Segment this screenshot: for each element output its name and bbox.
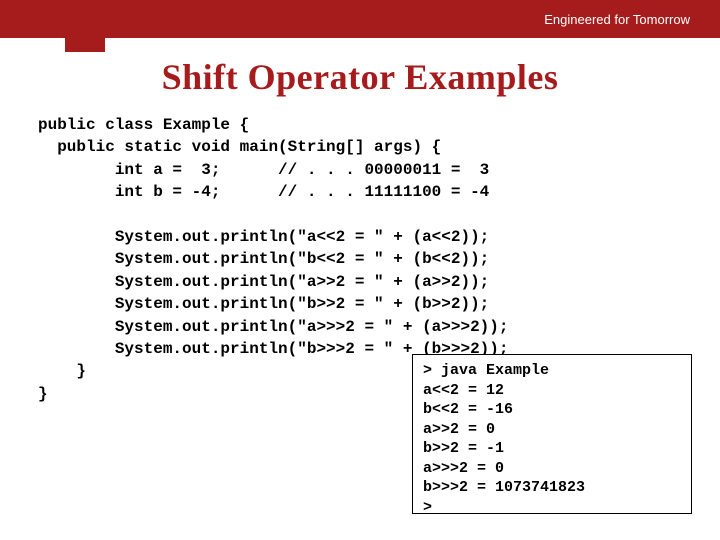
output-box: > java Example a<<2 = 12 b<<2 = -16 a>>2… <box>412 354 692 514</box>
header-tagline: Engineered for Tomorrow <box>544 12 690 27</box>
red-tab-accent <box>65 38 105 52</box>
slide-title: Shift Operator Examples <box>0 56 720 98</box>
header-bar: Engineered for Tomorrow <box>0 0 720 38</box>
